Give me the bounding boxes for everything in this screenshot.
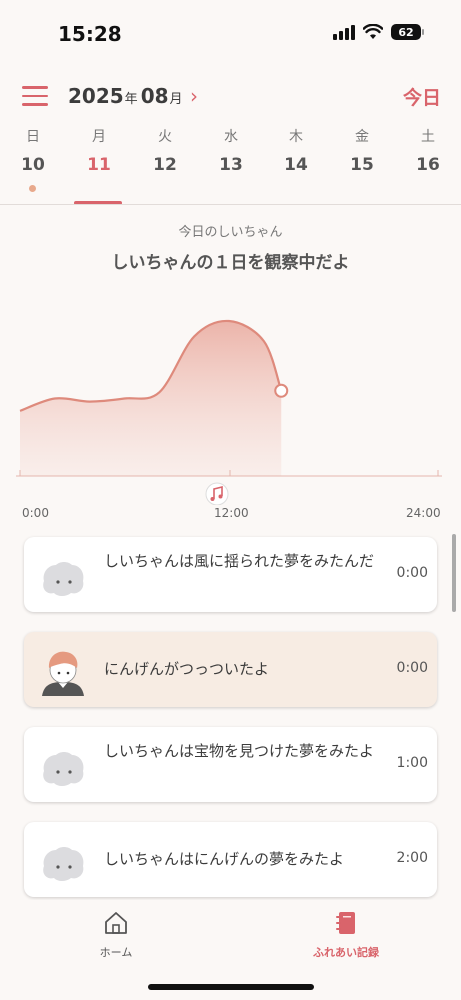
signal-icon <box>333 24 355 40</box>
x-axis-labels: 0:00 12:00 24:00 <box>0 506 461 524</box>
wifi-icon <box>363 24 383 39</box>
scrollbar[interactable] <box>452 534 456 612</box>
chart-subtitle: 今日のしいちゃん <box>178 225 283 240</box>
nav-home-label: ホーム <box>99 946 133 959</box>
divider <box>0 204 461 205</box>
status-bar: 15:28 62 <box>0 0 461 70</box>
day-number: 14 <box>284 155 308 175</box>
day-of-week: 金 <box>355 129 369 145</box>
day-monday[interactable]: 月 11 <box>74 124 124 206</box>
record-time: 1:00 <box>396 755 428 771</box>
nav-home[interactable]: ホーム <box>94 910 138 960</box>
day-number: 11 <box>87 155 111 175</box>
home-icon <box>105 912 127 934</box>
today-button[interactable]: 今日 <box>403 83 441 110</box>
record-text: にんげんがつっついたよ <box>104 660 270 678</box>
day-of-week: 月 <box>92 129 106 145</box>
status-icons: 62 <box>333 24 424 40</box>
x-tick-label: 12:00 <box>214 506 249 520</box>
day-thursday[interactable]: 木 14 <box>271 124 321 206</box>
ghost-avatar-icon <box>43 562 84 596</box>
day-number: 15 <box>350 155 374 175</box>
x-tick-label: 24:00 <box>406 506 441 520</box>
x-tick-label: 0:00 <box>22 506 49 520</box>
record-card[interactable]: しいちゃんは宝物を見つけた夢をみたよ 1:00 <box>24 727 437 802</box>
human-avatar-icon <box>42 651 84 696</box>
day-of-week: 日 <box>26 129 40 145</box>
day-of-week: 火 <box>158 129 172 145</box>
day-tuesday[interactable]: 火 12 <box>140 124 190 206</box>
current-point-marker <box>274 383 289 398</box>
week-selector: 日 10 月 11 火 12 水 13 木 14 金 15 土 16 <box>0 124 461 206</box>
record-text: しいちゃんは風に揺られた夢をみたんだ <box>104 552 375 570</box>
day-friday[interactable]: 金 15 <box>337 124 387 206</box>
record-time: 0:00 <box>396 660 428 676</box>
day-saturday[interactable]: 土 16 <box>403 124 453 206</box>
year-value: 2025 <box>68 84 124 108</box>
status-time: 15:28 <box>58 22 122 46</box>
activity-dot <box>29 185 36 192</box>
menu-button[interactable] <box>22 86 48 106</box>
battery-indicator: 62 <box>391 24 424 40</box>
record-time: 0:00 <box>396 565 428 581</box>
day-number: 13 <box>219 155 243 175</box>
day-of-week: 木 <box>289 129 303 145</box>
record-card[interactable]: しいちゃんは風に揺られた夢をみたんだ 0:00 <box>24 537 437 612</box>
day-wednesday[interactable]: 水 13 <box>206 124 256 206</box>
year-unit: 年 <box>124 92 138 107</box>
nav-records[interactable]: ふれあい記録 <box>300 910 392 960</box>
next-week-chevron-icon[interactable]: › <box>190 84 198 108</box>
day-of-week: 土 <box>421 129 435 145</box>
ghost-avatar-icon <box>43 847 84 881</box>
record-time: 2:00 <box>396 850 428 866</box>
day-number: 16 <box>416 155 440 175</box>
record-text: しいちゃんはにんげんの夢をみたよ <box>104 850 345 868</box>
month-unit: 月 <box>169 92 183 107</box>
day-sunday[interactable]: 日 10 <box>8 124 58 206</box>
month-title: 2025 年 08 月 <box>68 84 186 108</box>
header: 2025 年 08 月 › 今日 <box>0 78 461 114</box>
ghost-avatar-icon <box>43 752 84 786</box>
music-note-icon[interactable] <box>205 482 229 505</box>
chart-title: しいちゃんの１日を観察中だよ <box>111 253 350 273</box>
nav-records-label: ふれあい記録 <box>313 946 379 959</box>
activity-chart <box>16 319 442 505</box>
record-card[interactable]: にんげんがつっついたよ 0:00 <box>24 632 437 707</box>
month-value: 08 <box>140 84 169 108</box>
day-of-week: 水 <box>224 129 238 145</box>
day-number: 12 <box>153 155 177 175</box>
record-text: しいちゃんは宝物を見つけた夢をみたよ <box>104 742 375 760</box>
day-number: 10 <box>21 155 45 175</box>
notebook-icon <box>336 912 355 934</box>
record-card[interactable]: しいちゃんはにんげんの夢をみたよ 2:00 <box>24 822 437 897</box>
home-indicator <box>148 984 314 990</box>
